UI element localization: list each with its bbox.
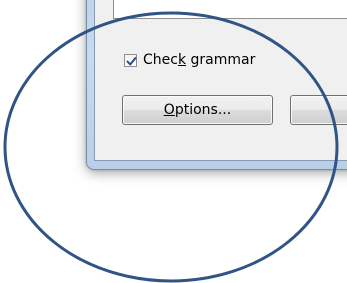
options-button[interactable]: Options... [122, 95, 273, 125]
secondary-button[interactable] [290, 95, 347, 125]
screenshot-stage: Check grammar Options... [0, 0, 347, 283]
text-field[interactable] [113, 0, 347, 19]
check-grammar-row[interactable]: Check grammar [124, 50, 255, 70]
check-grammar-checkbox[interactable] [124, 53, 137, 67]
dialog-client-area [94, 0, 347, 161]
checkmark-icon [126, 56, 137, 65]
check-grammar-label: Check grammar [143, 52, 256, 68]
